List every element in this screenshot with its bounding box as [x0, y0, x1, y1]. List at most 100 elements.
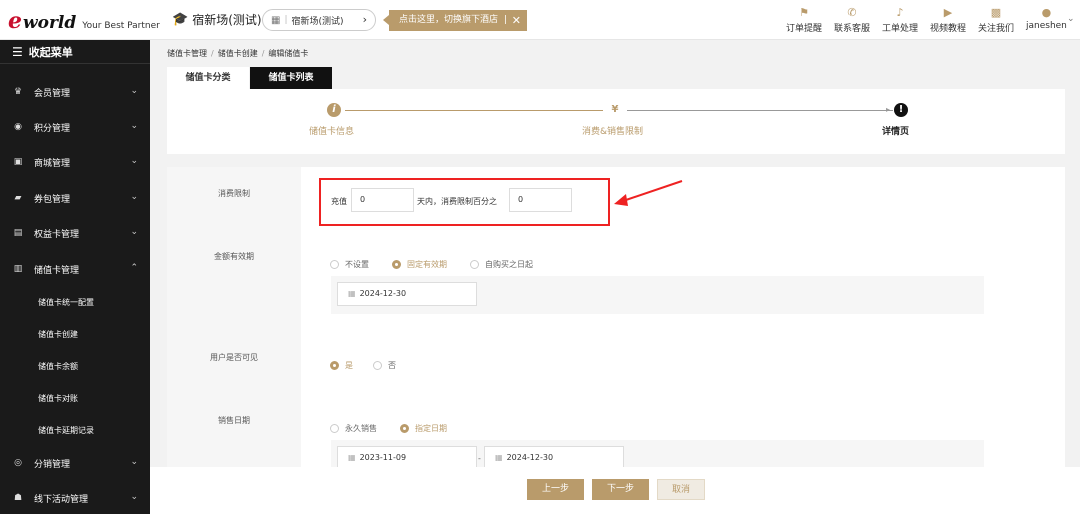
radio-label: 是 [345, 361, 353, 370]
tab-card-category[interactable]: 储值卡分类 [167, 67, 249, 89]
highlight-box [319, 178, 610, 226]
nav-label: 订单提醒 [786, 24, 823, 34]
sidebar-item-label: 商城管理 [34, 158, 71, 169]
radio-circle [392, 260, 401, 269]
calendar-icon: ▦ [348, 453, 356, 462]
chevron-down-icon: ⌄ [130, 227, 138, 237]
radio-from-purchase-date[interactable]: 自购买之日起 [470, 259, 533, 270]
wallet-icon: ▥ [13, 264, 23, 274]
sidebar-item-points[interactable]: ◉ 积分管理 ⌄ [0, 111, 150, 143]
nav-contact-support[interactable]: ✆ 联系客服 [834, 6, 870, 34]
sidebar-item-member[interactable]: ♛ 会员管理 ⌄ [0, 76, 150, 108]
sidebar-subitem-label: 储值卡余额 [38, 361, 78, 371]
validity-date-picker[interactable]: ▦ 2024-12-30 [337, 282, 477, 306]
sidebar-subitem-balance[interactable]: 储值卡余额 [0, 352, 150, 380]
sidebar: ☰ 收起菜单 ♛ 会员管理 ⌄ ◉ 积分管理 ⌄ ▣ 商城管理 ⌄ ▰ 券包管理… [0, 40, 150, 514]
crown-icon: ♛ [13, 87, 23, 97]
close-icon[interactable]: ✕ [512, 10, 521, 31]
cancel-button[interactable]: 取消 [657, 479, 705, 500]
step-label-details-page: 详情页 [882, 127, 910, 137]
nav-label: 联系客服 [834, 24, 871, 34]
radio-label: 自购买之日起 [485, 260, 533, 269]
selector-divider: | [284, 15, 288, 25]
hotel-name: 宿新场(测试) [192, 13, 262, 27]
sidebar-subitem-create[interactable]: 储值卡创建 [0, 320, 150, 348]
breadcrumb-item[interactable]: 储值卡创建 [218, 49, 258, 58]
bell-ringing-icon: ⚑ [799, 6, 809, 19]
step-progress: i ¥ ▸ ! 储值卡信息 消费&销售限制 详情页 [167, 89, 1065, 154]
sidebar-subitem-unified-config[interactable]: 储值卡统一配置 [0, 288, 150, 316]
prev-step-button[interactable]: 上一步 [527, 479, 584, 500]
logo[interactable]: e world Your Best Partner [8, 8, 160, 34]
chevron-down-icon: ⌄ [130, 192, 138, 202]
radio-visible-yes[interactable]: 是 [330, 360, 353, 371]
nav-label: 视频教程 [930, 24, 967, 34]
breadcrumb: 储值卡管理 / 储值卡创建 / 编辑储值卡 [167, 48, 308, 59]
next-step-button[interactable]: 下一步 [592, 479, 649, 500]
user-menu[interactable]: ● janeshen [1026, 6, 1067, 31]
radio-circle [330, 260, 339, 269]
sale-start-date-value: 2023-11-09 [359, 453, 407, 462]
radio-label: 永久销售 [345, 424, 377, 433]
bell-icon: ♪ [896, 6, 904, 19]
sale-end-date-value: 2024-12-30 [506, 453, 554, 462]
username: janeshen [1026, 21, 1067, 31]
sidebar-item-mall[interactable]: ▣ 商城管理 ⌄ [0, 146, 150, 178]
breadcrumb-item-current: 编辑储值卡 [268, 49, 309, 58]
people-icon: ☗ [13, 493, 23, 503]
shop-icon: ▣ [13, 157, 23, 167]
radio-no-setting[interactable]: 不设置 [330, 259, 369, 270]
nav-video-tutorial[interactable]: ▶ 视频教程 [930, 6, 966, 34]
radio-permanent-sale[interactable]: 永久销售 [330, 423, 377, 434]
tab-card-list[interactable]: 储值卡列表 [250, 67, 332, 89]
sale-start-date-picker[interactable]: ▦ 2023-11-09 [337, 446, 477, 467]
sidebar-subitem-extension-records[interactable]: 储值卡延期记录 [0, 416, 150, 444]
arrow-right-icon: ▸ [886, 105, 891, 114]
step-label-card-info: 储值卡信息 [309, 127, 355, 137]
breadcrumb-separator: / [211, 49, 214, 58]
sidebar-item-distribution[interactable]: ◎ 分销管理 ⌄ [0, 447, 150, 479]
sidebar-item-benefit-card[interactable]: ▤ 权益卡管理 ⌄ [0, 217, 150, 249]
exclamation-icon: ! [894, 103, 908, 117]
radio-circle [330, 424, 339, 433]
qrcode-icon: ▩ [990, 6, 1002, 19]
nav-order-alert[interactable]: ⚑ 订单提醒 [786, 6, 822, 34]
info-icon: i [327, 103, 341, 117]
hotel-graduation-icon: 🎓 [172, 12, 189, 27]
breadcrumb-item[interactable]: 储值卡管理 [167, 49, 207, 58]
logo-word: world [23, 13, 77, 33]
validity-label: 金额有效期 [214, 252, 254, 261]
radio-visible-no[interactable]: 否 [373, 360, 396, 371]
chevron-down-icon[interactable]: ⌄ [1067, 14, 1075, 24]
sale-end-date-picker[interactable]: ▦ 2024-12-30 [484, 446, 624, 467]
chevron-right-icon: › [362, 13, 367, 26]
chevron-down-icon: ⌄ [130, 492, 138, 502]
radio-fixed-validity[interactable]: 固定有效期 [392, 259, 447, 270]
switch-hotel-tip-text: 点击这里，切换旗下酒店 [399, 15, 499, 25]
step-label-consume-sale-limit: 消费&销售限制 [582, 127, 644, 137]
sidebar-subitem-label: 储值卡延期记录 [38, 425, 94, 435]
switch-hotel-tip[interactable]: 点击这里，切换旗下酒店 | ✕ [383, 10, 527, 31]
chevron-down-icon: ⌄ [130, 457, 138, 467]
radio-specified-date[interactable]: 指定日期 [400, 423, 447, 434]
hotel-selector[interactable]: ▦ | 宿新场(测试) › [262, 9, 376, 31]
nav-label: 工单处理 [882, 24, 919, 34]
chevron-down-icon: ⌄ [130, 121, 138, 131]
ticket-icon: ▰ [14, 193, 22, 203]
sidebar-item-stored-value-card[interactable]: ▥ 储值卡管理 ⌃ [0, 253, 150, 285]
chevron-down-icon: ⌄ [130, 86, 138, 96]
annotation-arrow-icon [614, 180, 683, 206]
sidebar-item-label: 会员管理 [34, 88, 71, 99]
step-connector-1 [345, 110, 603, 111]
sidebar-item-coupons[interactable]: ▰ 券包管理 ⌄ [0, 182, 150, 214]
collapse-menu-button[interactable]: ☰ 收起菜单 [0, 40, 150, 64]
form-card: 消费限制 充值 0 天内，消费限制百分之 0 金额有效期 不设置 固定有效期 自… [167, 167, 1065, 467]
nav-follow-us[interactable]: ▩ 关注我们 [978, 6, 1014, 34]
sidebar-item-offline-events[interactable]: ☗ 线下活动管理 ⌄ [0, 482, 150, 514]
sidebar-subitem-label: 储值卡统一配置 [38, 297, 94, 307]
yen-icon: ¥ [611, 104, 619, 115]
user-icon: ● [1041, 6, 1052, 19]
radio-circle [400, 424, 409, 433]
sidebar-subitem-reconcile[interactable]: 储值卡对账 [0, 384, 150, 412]
nav-tickets[interactable]: ♪ 工单处理 [882, 6, 918, 34]
